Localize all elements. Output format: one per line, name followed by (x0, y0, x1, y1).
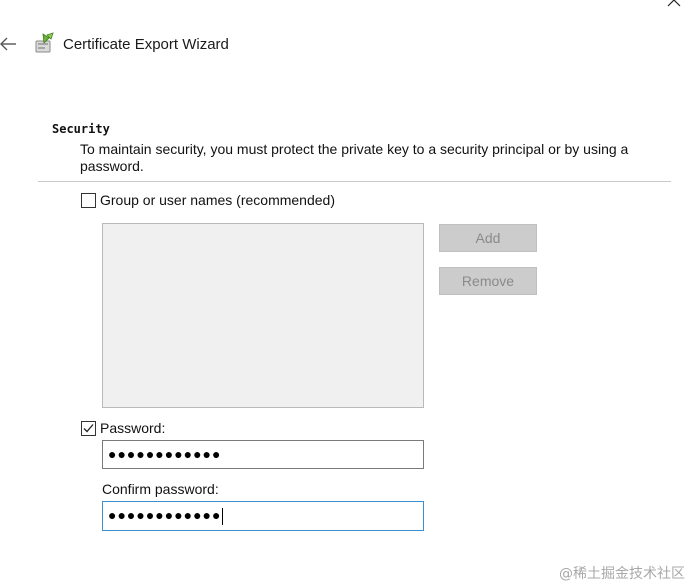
certificate-icon (34, 32, 56, 56)
watermark: @稀土掘金技术社区 (559, 566, 685, 582)
section-heading: Security (52, 122, 110, 136)
close-icon[interactable] (662, 0, 686, 18)
wizard-title: Certificate Export Wizard (63, 36, 229, 53)
confirm-masked-value: ●●●●●●●●●●●● (108, 507, 222, 523)
password-input[interactable]: ●●●●●●●●●●●● (102, 440, 424, 469)
group-names-label: Group or user names (recommended) (100, 192, 335, 208)
checkmark-icon (83, 424, 94, 433)
password-masked-value: ●●●●●●●●●●●● (108, 446, 222, 462)
confirm-password-label: Confirm password: (102, 481, 219, 497)
back-arrow-icon[interactable] (0, 36, 18, 52)
password-label: Password: (100, 420, 166, 436)
section-description: To maintain security, you must protect t… (80, 141, 629, 174)
text-caret (222, 507, 224, 525)
add-button[interactable]: Add (439, 224, 537, 252)
divider (38, 181, 671, 182)
confirm-password-input[interactable]: ●●●●●●●●●●●● (102, 501, 424, 531)
password-checkbox[interactable] (81, 421, 96, 436)
group-names-checkbox[interactable] (81, 193, 96, 208)
user-names-list[interactable] (102, 223, 424, 408)
remove-button[interactable]: Remove (439, 267, 537, 295)
